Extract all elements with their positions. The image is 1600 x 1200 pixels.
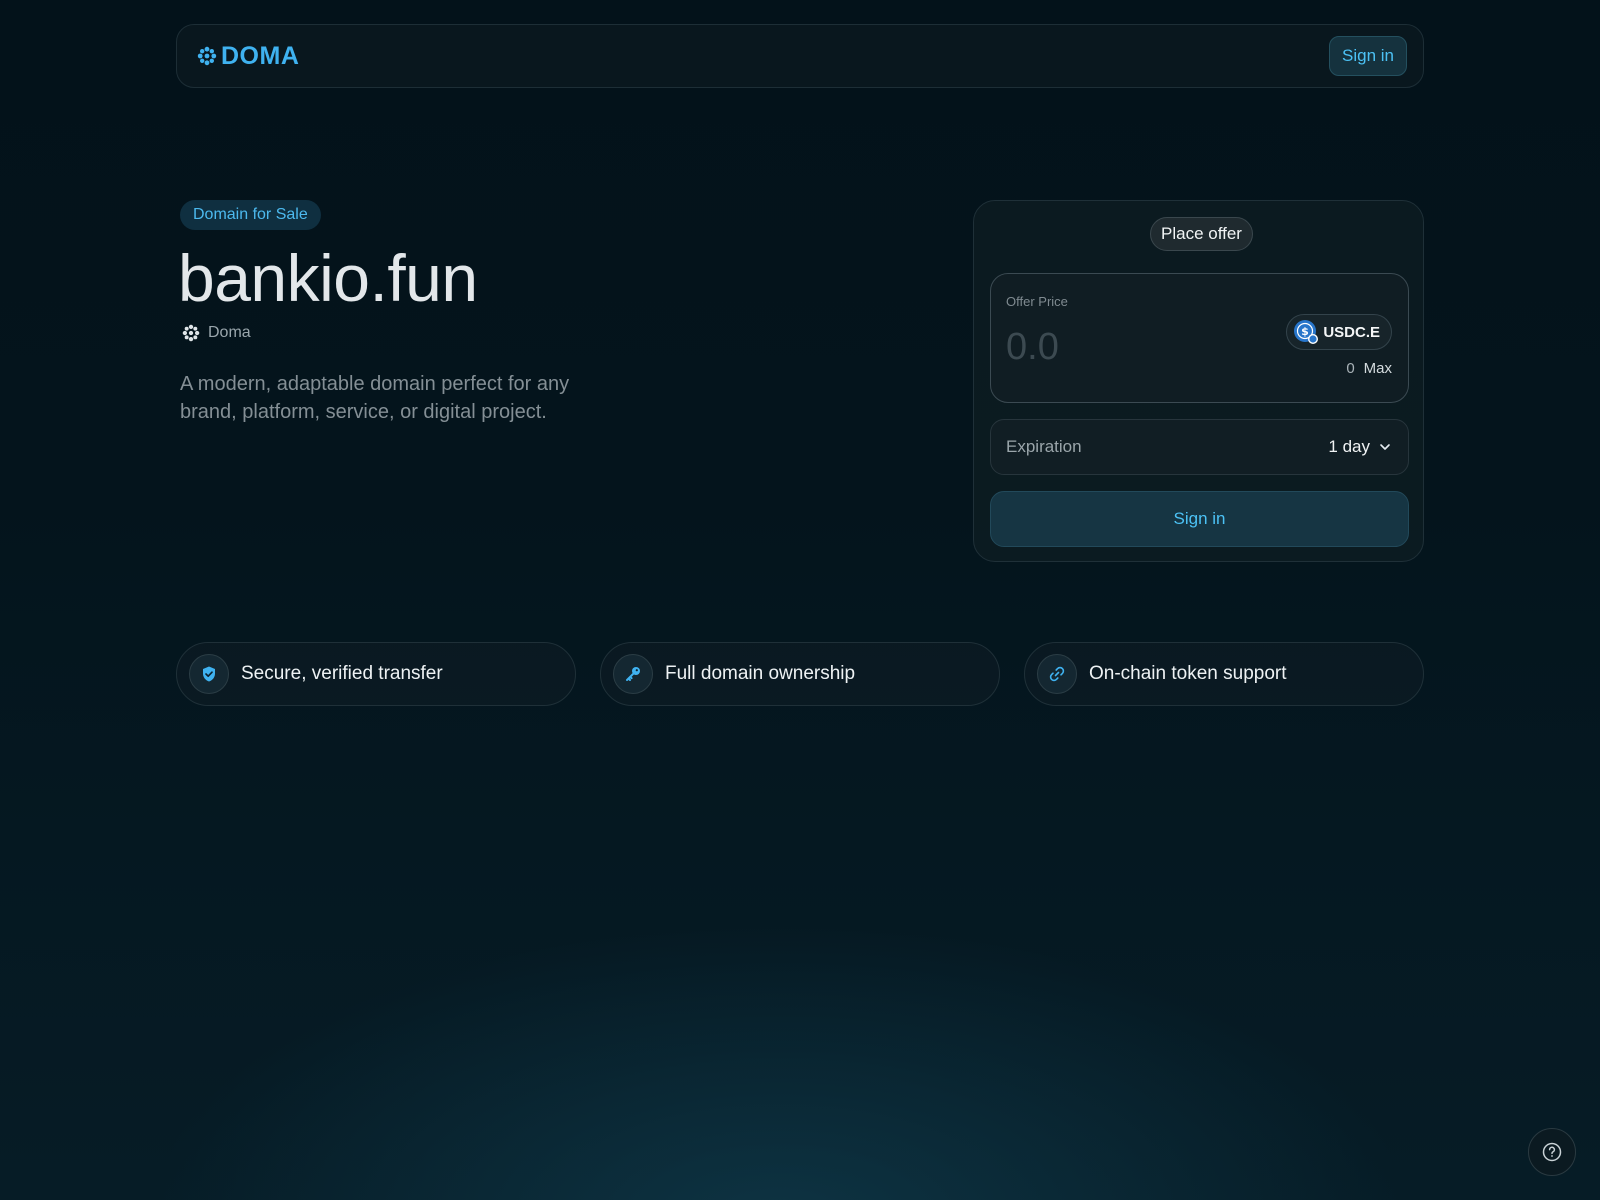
token-selector[interactable]: $ USDC.E [1286, 314, 1392, 350]
feature-label: On-chain token support [1089, 663, 1287, 684]
feature-icon-wrap [1037, 654, 1077, 694]
token-symbol: USDC.E [1323, 323, 1380, 341]
feature-secure-transfer: Secure, verified transfer [176, 642, 576, 706]
doma-logo[interactable]: DOMA [197, 42, 299, 71]
key-icon [626, 667, 640, 681]
expiration-select[interactable]: Expiration 1 day [990, 419, 1409, 475]
feature-domain-ownership: Full domain ownership [600, 642, 1000, 706]
logo-text: DOMA [221, 41, 300, 70]
domain-for-sale-badge: Domain for Sale [180, 200, 321, 230]
question-circle-icon [1542, 1142, 1562, 1162]
feature-label: Full domain ownership [665, 663, 856, 684]
feature-icon-wrap [613, 654, 653, 694]
shield-check-icon [203, 666, 215, 682]
usdc-token-icon: $ [1294, 320, 1319, 344]
feature-token-support: On-chain token support [1024, 642, 1424, 706]
place-offer-tab[interactable]: Place offer [1150, 217, 1253, 251]
offer-sign-in-button[interactable]: Sign in [990, 491, 1409, 547]
max-button[interactable]: Max [1364, 360, 1392, 377]
feature-label: Secure, verified transfer [241, 663, 443, 684]
offer-price-box: Offer Price $ USDC.E 0 Max [990, 273, 1409, 403]
registrar-name: Doma [208, 324, 251, 341]
help-button[interactable] [1528, 1128, 1576, 1176]
link-icon [1049, 666, 1065, 682]
balance-row: 0 Max [1346, 360, 1392, 377]
top-nav: DOMA Sign in [176, 24, 1424, 88]
svg-text:$: $ [1301, 325, 1309, 338]
domain-description: A modern, adaptable domain perfect for a… [180, 373, 570, 423]
feature-icon-wrap [189, 654, 229, 694]
token-balance: 0 [1346, 360, 1355, 377]
offer-card: Place offer Offer Price $ USDC.E 0 Max E… [973, 200, 1424, 562]
offer-price-input[interactable] [1006, 324, 1256, 370]
doma-flower-icon [182, 324, 200, 342]
registrar-label: Doma [182, 324, 251, 342]
offer-price-label: Offer Price [1006, 294, 1068, 309]
chevron-down-icon [1380, 444, 1390, 450]
expiration-value: 1 day [1328, 437, 1370, 456]
doma-flower-icon [197, 46, 217, 66]
expiration-value-wrap: 1 day [1328, 437, 1392, 457]
expiration-label: Expiration [1006, 437, 1082, 456]
domain-name-title: bankio.fun [178, 241, 478, 315]
header-sign-in-button[interactable]: Sign in [1329, 36, 1407, 76]
